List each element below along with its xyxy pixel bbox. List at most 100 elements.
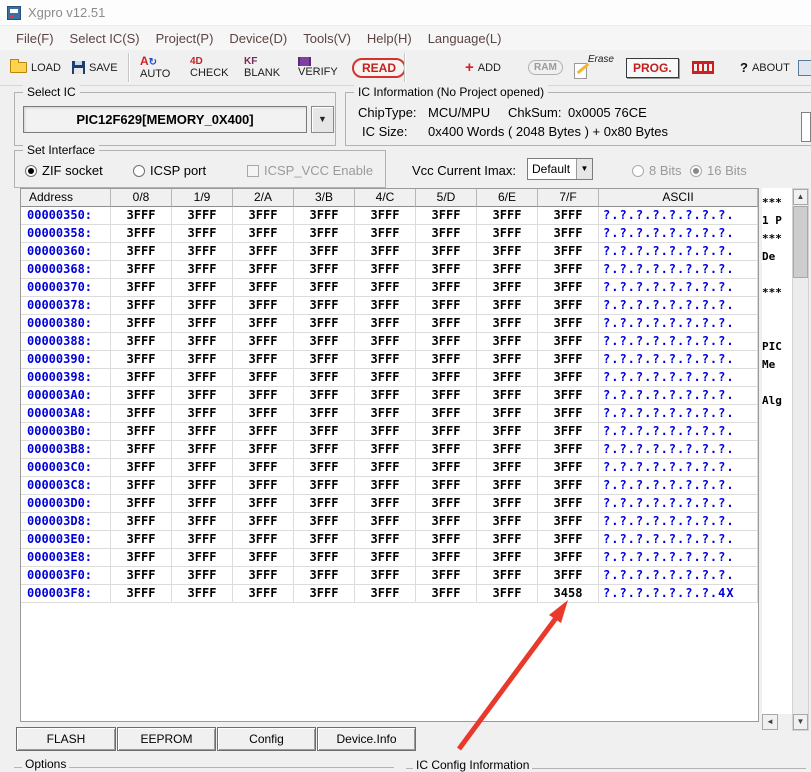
vcc-current-dropdown[interactable]: Default ▼ (527, 158, 593, 180)
hex-cell[interactable]: 3FFF (172, 279, 233, 297)
tab-config[interactable]: Config (217, 727, 316, 751)
bits8-radio[interactable]: 8 Bits (632, 163, 682, 178)
address-cell[interactable]: 00000360: (21, 243, 111, 261)
hex-cell[interactable]: 3FFF (538, 441, 599, 459)
hex-cell[interactable]: 3FFF (172, 297, 233, 315)
hex-cell[interactable]: 3FFF (111, 387, 172, 405)
hex-cell[interactable]: 3FFF (294, 279, 355, 297)
hex-cell[interactable]: 3FFF (294, 459, 355, 477)
ascii-cell[interactable]: ?.?.?.?.?.?.?.?. (599, 207, 758, 225)
hex-cell[interactable]: 3FFF (294, 315, 355, 333)
hex-cell[interactable]: 3FFF (477, 315, 538, 333)
scroll-down-icon[interactable]: ▼ (793, 714, 808, 730)
hex-cell[interactable]: 3FFF (172, 225, 233, 243)
hex-cell[interactable]: 3FFF (355, 585, 416, 603)
hex-cell[interactable]: 3FFF (294, 495, 355, 513)
hex-cell[interactable]: 3FFF (233, 495, 294, 513)
hex-cell[interactable]: 3FFF (233, 459, 294, 477)
hex-cell[interactable]: 3FFF (416, 387, 477, 405)
hex-cell[interactable]: 3FFF (233, 369, 294, 387)
hex-cell[interactable]: 3FFF (233, 549, 294, 567)
hex-cell[interactable]: 3FFF (233, 567, 294, 585)
hex-cell[interactable]: 3FFF (111, 459, 172, 477)
hex-cell[interactable]: 3FFF (355, 441, 416, 459)
menu-device[interactable]: Device(D) (221, 29, 295, 48)
hex-cell[interactable]: 3FFF (111, 567, 172, 585)
hex-cell[interactable]: 3FFF (538, 261, 599, 279)
ram-button[interactable]: RAM (528, 50, 563, 85)
hex-cell[interactable]: 3FFF (172, 549, 233, 567)
hex-cell[interactable]: 3FFF (111, 423, 172, 441)
menu-select-ic[interactable]: Select IC(S) (62, 29, 148, 48)
address-cell[interactable]: 000003D8: (21, 513, 111, 531)
hex-cell[interactable]: 3FFF (355, 477, 416, 495)
address-cell[interactable]: 000003F8: (21, 585, 111, 603)
hex-cell[interactable]: 3FFF (294, 225, 355, 243)
address-cell[interactable]: 000003A0: (21, 387, 111, 405)
hex-cell[interactable]: 3FFF (416, 297, 477, 315)
selected-ic-value[interactable]: PIC12F629[MEMORY_0X400] (23, 106, 307, 133)
hex-cell[interactable]: 3FFF (233, 243, 294, 261)
address-cell[interactable]: 00000370: (21, 279, 111, 297)
hex-cell[interactable]: 3FFF (538, 297, 599, 315)
hex-cell[interactable]: 3FFF (233, 423, 294, 441)
hex-cell[interactable]: 3FFF (111, 243, 172, 261)
hex-cell[interactable]: 3FFF (538, 513, 599, 531)
hex-cell[interactable]: 3FFF (233, 387, 294, 405)
hex-cell[interactable]: 3FFF (294, 297, 355, 315)
ascii-cell[interactable]: ?.?.?.?.?.?.?.?. (599, 297, 758, 315)
ic-test-button[interactable] (692, 50, 714, 85)
hex-cell[interactable]: 3FFF (355, 351, 416, 369)
ascii-cell[interactable]: ?.?.?.?.?.?.?.?. (599, 513, 758, 531)
hex-cell[interactable]: 3FFF (294, 369, 355, 387)
scroll-up-icon[interactable]: ▲ (793, 189, 808, 205)
hex-cell[interactable]: 3FFF (416, 369, 477, 387)
hex-cell[interactable]: 3FFF (172, 261, 233, 279)
hex-cell[interactable]: 3FFF (477, 513, 538, 531)
hex-cell[interactable]: 3FFF (538, 387, 599, 405)
hex-cell[interactable]: 3FFF (172, 531, 233, 549)
hex-cell[interactable]: 3FFF (172, 351, 233, 369)
hex-cell[interactable]: 3FFF (111, 261, 172, 279)
address-cell[interactable]: 000003C0: (21, 459, 111, 477)
hex-cell[interactable]: 3FFF (477, 531, 538, 549)
hex-cell[interactable]: 3FFF (355, 243, 416, 261)
hex-cell[interactable]: 3FFF (416, 333, 477, 351)
hex-cell[interactable]: 3FFF (416, 279, 477, 297)
ascii-cell[interactable]: ?.?.?.?.?.?.?.?. (599, 405, 758, 423)
hex-cell[interactable]: 3FFF (416, 567, 477, 585)
ascii-cell[interactable]: ?.?.?.?.?.?.?.?. (599, 495, 758, 513)
hex-cell[interactable]: 3FFF (538, 225, 599, 243)
hex-cell[interactable]: 3FFF (477, 225, 538, 243)
hex-cell[interactable]: 3FFF (416, 585, 477, 603)
hex-cell[interactable]: 3FFF (477, 585, 538, 603)
hex-cell[interactable]: 3FFF (172, 567, 233, 585)
hex-cell[interactable]: 3FFF (477, 387, 538, 405)
hex-cell[interactable]: 3FFF (538, 315, 599, 333)
address-cell[interactable]: 00000390: (21, 351, 111, 369)
hex-cell[interactable]: 3FFF (233, 297, 294, 315)
menu-help[interactable]: Help(H) (359, 29, 420, 48)
hex-cell[interactable]: 3FFF (355, 207, 416, 225)
hex-cell[interactable]: 3FFF (233, 315, 294, 333)
hex-cell[interactable]: 3FFF (172, 243, 233, 261)
hex-cell[interactable]: 3FFF (172, 513, 233, 531)
ic-dropdown-button[interactable]: ▼ (311, 106, 334, 133)
address-cell[interactable]: 00000350: (21, 207, 111, 225)
menu-file[interactable]: File(F) (8, 29, 62, 48)
hex-cell[interactable]: 3FFF (416, 549, 477, 567)
hex-cell[interactable]: 3FFF (355, 513, 416, 531)
address-cell[interactable]: 000003D0: (21, 495, 111, 513)
verify-button[interactable]: VERIFY (298, 50, 338, 85)
icsp-vcc-checkbox[interactable]: ICSP_VCC Enable (247, 163, 373, 178)
hex-cell[interactable]: 3FFF (294, 549, 355, 567)
hex-cell[interactable]: 3FFF (111, 495, 172, 513)
blank-button[interactable]: KF BLANK (244, 50, 280, 85)
hex-cell[interactable]: 3FFF (416, 315, 477, 333)
hex-cell[interactable]: 3FFF (233, 513, 294, 531)
hex-cell[interactable]: 3FFF (111, 477, 172, 495)
ascii-cell[interactable]: ?.?.?.?.?.?.?.?. (599, 477, 758, 495)
hex-cell[interactable]: 3FFF (294, 441, 355, 459)
menu-project[interactable]: Project(P) (148, 29, 222, 48)
hex-cell[interactable]: 3FFF (538, 207, 599, 225)
